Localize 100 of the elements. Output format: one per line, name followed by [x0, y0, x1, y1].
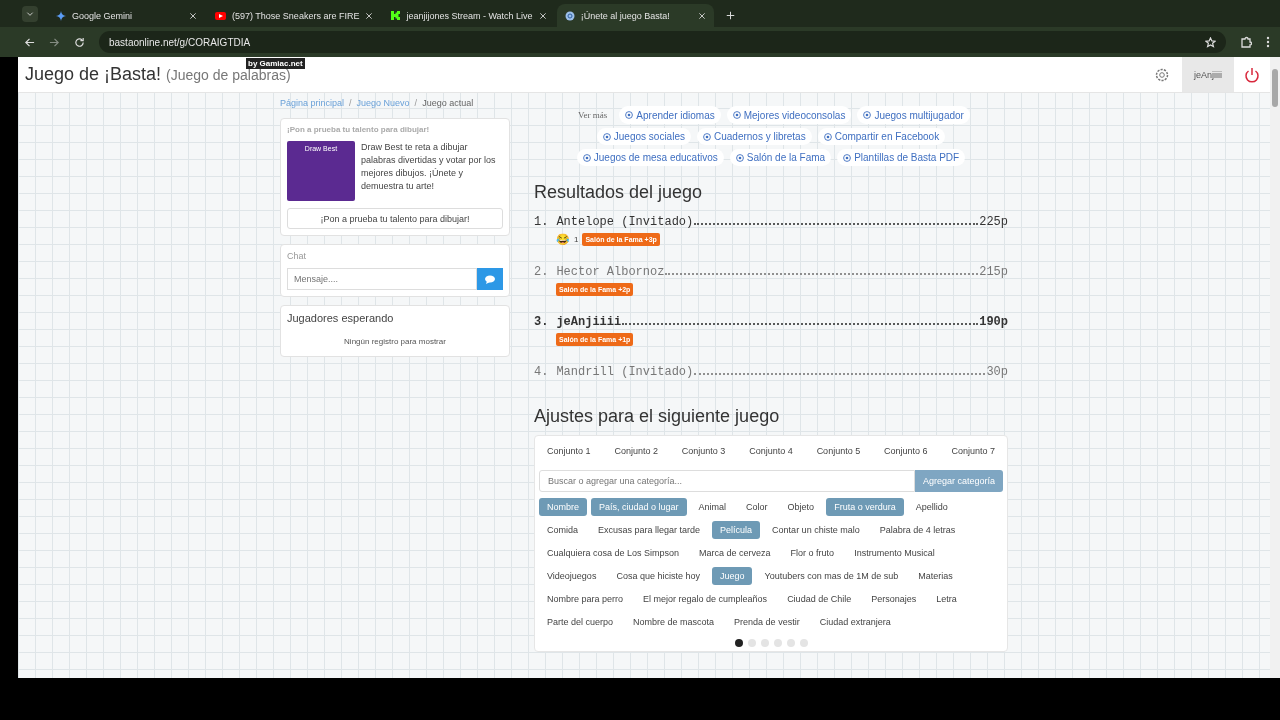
category-chip[interactable]: Nombre de mascota [625, 613, 723, 631]
address-bar[interactable]: bastaonline.net/g/CORAIGTDIA [99, 31, 1226, 53]
category-search-field[interactable]: Buscar o agregar una categoría... [539, 470, 915, 492]
more-link[interactable]: Juegos de mesa educativos [576, 149, 724, 166]
message-field[interactable]: Mensaje.... [287, 268, 477, 290]
category-chip[interactable]: Objeto [779, 498, 823, 516]
menu-icon[interactable] [1266, 36, 1270, 48]
player-name: Mandrill (Invitado) [556, 365, 694, 379]
circle-dot-icon [582, 153, 591, 162]
category-chip[interactable]: Youtubers con mas de 1M de sub [756, 567, 907, 585]
set-tab[interactable]: Conjunto 1 [547, 444, 591, 460]
category-chip[interactable]: Color [738, 498, 776, 516]
category-chip[interactable]: Apellido [907, 498, 956, 516]
settings-heading: Ajustes para el siguiente juego [534, 406, 781, 427]
close-icon[interactable] [365, 11, 374, 20]
chat-heading: Chat [287, 251, 307, 261]
more-link[interactable]: Juegos multijugador [857, 106, 970, 124]
globe-icon [564, 10, 575, 21]
close-icon[interactable] [697, 11, 706, 20]
waiting-heading: Jugadores esperando [287, 312, 395, 324]
pager-dot[interactable] [786, 639, 795, 647]
circle-dot-icon [843, 153, 852, 162]
browser-tab[interactable]: ¡Únete al juego Basta! [556, 4, 714, 27]
send-button[interactable] [477, 268, 503, 290]
scrollbar-thumb[interactable] [1272, 69, 1278, 107]
category-chip[interactable]: Videojuegos [539, 567, 605, 585]
play-icon [215, 11, 226, 20]
category-chip[interactable]: Ciudad de Chile [779, 590, 860, 608]
category-chip[interactable]: Instrumento Musical [846, 544, 943, 562]
pager-dot[interactable] [799, 639, 808, 647]
set-tab[interactable]: Conjunto 5 [816, 444, 861, 460]
more-link[interactable]: Salón de la Fama [729, 149, 832, 166]
set-tab[interactable]: Conjunto 4 [749, 444, 793, 460]
page-title: Juego de ¡Basta! [25, 64, 162, 85]
forward-icon[interactable] [49, 36, 60, 48]
pager-dot[interactable] [773, 639, 782, 647]
category-chip[interactable]: Marca de cerveza [691, 544, 779, 562]
browser-tab[interactable]: (597) Those Sneakers are FIRE [207, 4, 382, 27]
category-chip[interactable]: Animal [690, 498, 735, 516]
empty-message: Ningún registro para mostrar [343, 336, 447, 348]
results-heading: Resultados del juego [534, 182, 704, 203]
chevron-down-icon[interactable] [26, 10, 34, 18]
player-points: 225p [979, 215, 1008, 229]
more-link[interactable]: Juegos sociales [596, 128, 691, 145]
more-link[interactable]: Mejores videoconsolas [726, 106, 852, 124]
category-chip[interactable]: Cualquiera cosa de Los Simpson [539, 544, 688, 562]
player-name: Antelope (Invitado) [556, 215, 694, 229]
power-icon[interactable] [1244, 66, 1260, 83]
reload-icon[interactable] [74, 36, 85, 48]
player-points: 215p [979, 265, 1008, 279]
rank-number: 1. [534, 215, 549, 229]
category-chip[interactable]: Comida [539, 521, 586, 539]
category-chip[interactable]: Palabra de 4 letras [871, 521, 964, 539]
category-chip[interactable]: Parte del cuerpo [539, 613, 622, 631]
promo-text: Draw Best te reta a dibujar palabras divertidas y votar por los mejores dibujos. ¡Únete y demuestra tu arte! [361, 141, 497, 193]
k-logo-icon [391, 11, 401, 20]
category-chip[interactable]: Materias [910, 567, 961, 585]
more-link[interactable]: Compartir en Facebook [817, 128, 946, 145]
set-tab[interactable]: Conjunto 6 [884, 444, 928, 460]
category-chip[interactable]: Contar un chiste malo [764, 521, 868, 539]
pager-dot[interactable] [747, 639, 756, 647]
category-chip[interactable]: Personajes [863, 590, 925, 608]
set-tab[interactable]: Conjunto 2 [614, 444, 658, 460]
category-chip[interactable]: Prenda de vestir [726, 613, 808, 631]
category-chip[interactable]: Nombre para perro [539, 590, 632, 608]
circle-dot-icon [823, 132, 832, 141]
category-chip[interactable]: Letra [928, 590, 965, 608]
rank-number: 3. [534, 315, 549, 329]
pager-dot[interactable] [734, 639, 743, 647]
more-link[interactable]: Cuadernos y libretas [696, 128, 812, 145]
browser-tab[interactable]: jeanjijones Stream - Watch Live [383, 4, 555, 27]
reaction-count: 1 [574, 235, 579, 244]
category-chip[interactable]: Ciudad extranjera [811, 613, 899, 631]
promo-heading: ¡Pon a prueba tu talento para dibujar! [287, 125, 431, 134]
circle-dot-icon [702, 132, 711, 141]
user-button[interactable]: jeAnjiiii [1182, 57, 1234, 92]
breadcrumb-separator: / [414, 98, 418, 108]
browser-tab[interactable]: Google Gemini [48, 4, 205, 27]
more-link[interactable]: Aprender idiomas [619, 106, 721, 124]
star-icon[interactable] [1205, 36, 1216, 48]
promo-button[interactable]: ¡Pon a prueba tu talento para dibujar! [287, 208, 503, 229]
category-chip[interactable]: Excusas para llegar tarde [590, 521, 709, 539]
category-chip[interactable]: Cosa que hiciste hoy [608, 567, 708, 585]
back-icon[interactable] [24, 36, 35, 48]
circle-dot-icon [602, 132, 611, 141]
category-chip[interactable]: Flor o fruto [782, 544, 843, 562]
pager-dot[interactable] [760, 639, 769, 647]
circle-dot-icon [735, 153, 744, 162]
puzzle-icon[interactable] [1240, 36, 1252, 48]
set-tab[interactable]: Conjunto 7 [951, 444, 995, 460]
close-icon[interactable] [538, 11, 547, 20]
category-chip[interactable]: El mejor regalo de cumpleaños [635, 590, 776, 608]
player-points: 190p [979, 315, 1008, 329]
settings-icon[interactable] [1154, 66, 1170, 83]
more-link[interactable]: Plantillas de Basta PDF [837, 149, 966, 166]
set-tab[interactable]: Conjunto 3 [681, 444, 726, 460]
player-points: 30p [986, 365, 1008, 379]
new-tab-icon[interactable] [725, 11, 735, 20]
close-icon[interactable] [189, 11, 197, 20]
rank-number: 4. [534, 365, 549, 379]
